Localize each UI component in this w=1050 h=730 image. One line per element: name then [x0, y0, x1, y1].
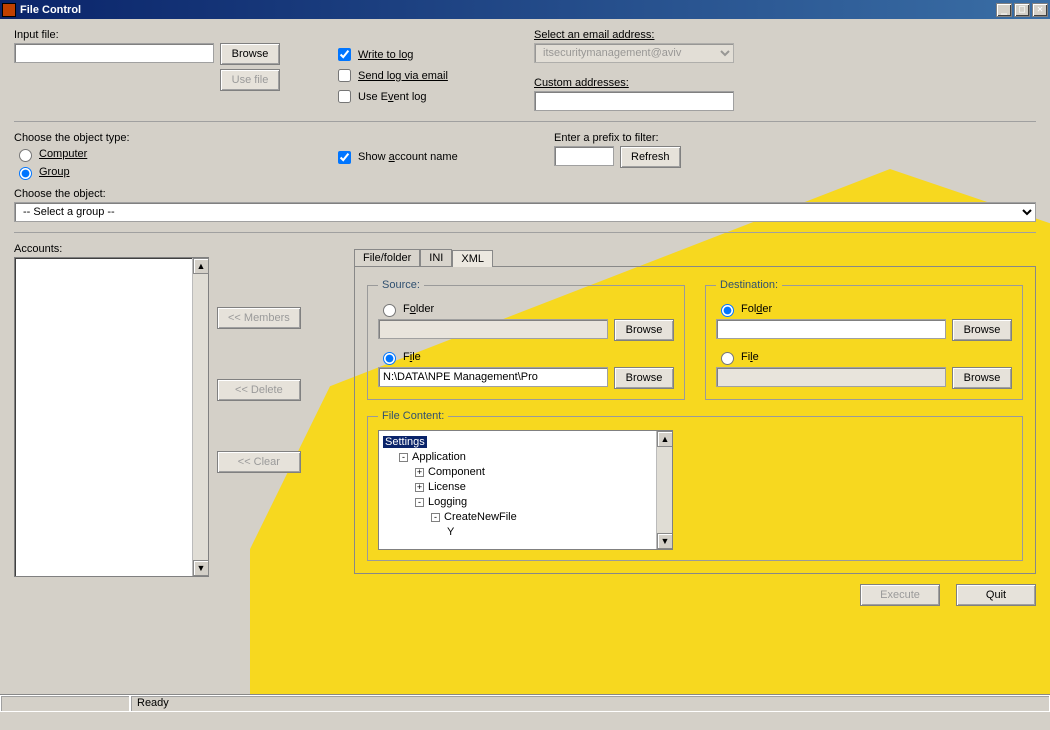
- send-log-email-checkbox[interactable]: [338, 69, 351, 82]
- select-email-label: Select an email address:: [534, 29, 754, 41]
- input-file-label: Input file:: [14, 29, 314, 41]
- scroll-up-icon[interactable]: ▲: [193, 258, 209, 274]
- clear-button[interactable]: << Clear: [217, 451, 301, 473]
- scroll-down-icon[interactable]: ▼: [193, 560, 209, 576]
- email-select[interactable]: itsecuritymanagement@aviv: [534, 43, 734, 63]
- scroll-up-icon[interactable]: ▲: [657, 431, 673, 447]
- browse-input-button[interactable]: Browse: [220, 43, 280, 65]
- tree-expand-icon[interactable]: +: [415, 468, 424, 477]
- source-folder-field[interactable]: [378, 319, 608, 339]
- close-button[interactable]: ✕: [1032, 3, 1048, 17]
- tree-component[interactable]: Component: [428, 466, 485, 478]
- accounts-listbox[interactable]: ▲ ▼: [14, 257, 209, 577]
- group-radio[interactable]: [19, 167, 32, 180]
- minimize-button[interactable]: _: [996, 3, 1012, 17]
- statusbar: Ready: [0, 694, 1050, 712]
- maximize-button[interactable]: □: [1014, 3, 1030, 17]
- object-select[interactable]: -- Select a group --: [14, 202, 1036, 222]
- source-file-label: File: [403, 351, 421, 363]
- choose-object-label: Choose the object:: [14, 188, 1036, 200]
- choose-object-type-label: Choose the object type:: [14, 132, 314, 144]
- source-folder-label: Folder: [403, 303, 434, 315]
- source-legend: Source:: [378, 279, 424, 291]
- show-account-label: Show account name: [358, 151, 458, 163]
- dest-folder-radio[interactable]: [721, 304, 734, 317]
- source-folder-browse-button[interactable]: Browse: [614, 319, 674, 341]
- tree-expand-icon[interactable]: +: [415, 483, 424, 492]
- tree-collapse-icon[interactable]: -: [415, 498, 424, 507]
- dest-folder-browse-button[interactable]: Browse: [952, 319, 1012, 341]
- separator-2: [14, 232, 1036, 233]
- file-content-fieldset: File Content: Settings -Application +Com…: [367, 410, 1023, 561]
- dest-file-radio[interactable]: [721, 352, 734, 365]
- use-file-button[interactable]: Use file: [220, 69, 280, 91]
- source-file-field[interactable]: [378, 367, 608, 387]
- tree-logging[interactable]: Logging: [428, 496, 467, 508]
- file-content-tree[interactable]: Settings -Application +Component +Licens…: [378, 430, 673, 550]
- tree-license[interactable]: License: [428, 481, 466, 493]
- tab-body: Source: Folder Browse File Browse: [354, 266, 1036, 574]
- accounts-scrollbar[interactable]: ▲ ▼: [192, 258, 208, 576]
- destination-legend: Destination:: [716, 279, 782, 291]
- app-icon: [2, 3, 16, 17]
- scroll-down-icon[interactable]: ▼: [657, 533, 673, 549]
- input-file-field[interactable]: [14, 43, 214, 63]
- status-ready: Ready: [130, 695, 1050, 712]
- group-label: Group: [39, 166, 70, 178]
- refresh-button[interactable]: Refresh: [620, 146, 681, 168]
- window-title: File Control: [20, 4, 996, 16]
- use-event-log-checkbox[interactable]: [338, 90, 351, 103]
- tree-application[interactable]: Application: [412, 451, 466, 463]
- delete-button[interactable]: << Delete: [217, 379, 301, 401]
- execute-button[interactable]: Execute: [860, 584, 940, 606]
- destination-fieldset: Destination: Folder Browse File Browse: [705, 279, 1023, 400]
- tree-collapse-icon[interactable]: -: [431, 513, 440, 522]
- write-log-label: Write to log: [358, 49, 413, 61]
- accounts-label: Accounts:: [14, 243, 334, 255]
- prefix-field[interactable]: [554, 146, 614, 166]
- show-account-checkbox[interactable]: [338, 151, 351, 164]
- tab-ini[interactable]: INI: [420, 249, 452, 266]
- source-file-radio[interactable]: [383, 352, 396, 365]
- dest-file-label: File: [741, 351, 759, 363]
- prefix-label: Enter a prefix to filter:: [554, 132, 681, 144]
- custom-addresses-field[interactable]: [534, 91, 734, 111]
- dest-folder-field[interactable]: [716, 319, 946, 339]
- send-log-email-label: Send log via email: [358, 70, 448, 82]
- tree-root[interactable]: Settings: [383, 436, 427, 448]
- titlebar: File Control _ □ ✕: [0, 0, 1050, 19]
- dest-folder-label: Folder: [741, 303, 772, 315]
- tab-xml[interactable]: XML: [452, 250, 493, 267]
- computer-label: Computer: [39, 148, 87, 160]
- source-folder-radio[interactable]: [383, 304, 396, 317]
- use-event-log-label: Use Event log: [358, 91, 427, 103]
- separator: [14, 121, 1036, 122]
- source-fieldset: Source: Folder Browse File Browse: [367, 279, 685, 400]
- tree-createnewfile[interactable]: CreateNewFile: [444, 511, 517, 523]
- source-file-browse-button[interactable]: Browse: [614, 367, 674, 389]
- members-button[interactable]: << Members: [217, 307, 301, 329]
- dest-file-browse-button[interactable]: Browse: [952, 367, 1012, 389]
- status-cell-1: [0, 695, 130, 712]
- computer-radio[interactable]: [19, 149, 32, 162]
- quit-button[interactable]: Quit: [956, 584, 1036, 606]
- tree-y[interactable]: Y: [447, 526, 454, 538]
- tree-scrollbar[interactable]: ▲ ▼: [656, 431, 672, 549]
- file-content-legend: File Content:: [378, 410, 448, 422]
- tab-file-folder[interactable]: File/folder: [354, 249, 420, 266]
- dest-file-field[interactable]: [716, 367, 946, 387]
- write-log-checkbox[interactable]: [338, 48, 351, 61]
- custom-addresses-label: Custom addresses:: [534, 77, 754, 89]
- tree-collapse-icon[interactable]: -: [399, 453, 408, 462]
